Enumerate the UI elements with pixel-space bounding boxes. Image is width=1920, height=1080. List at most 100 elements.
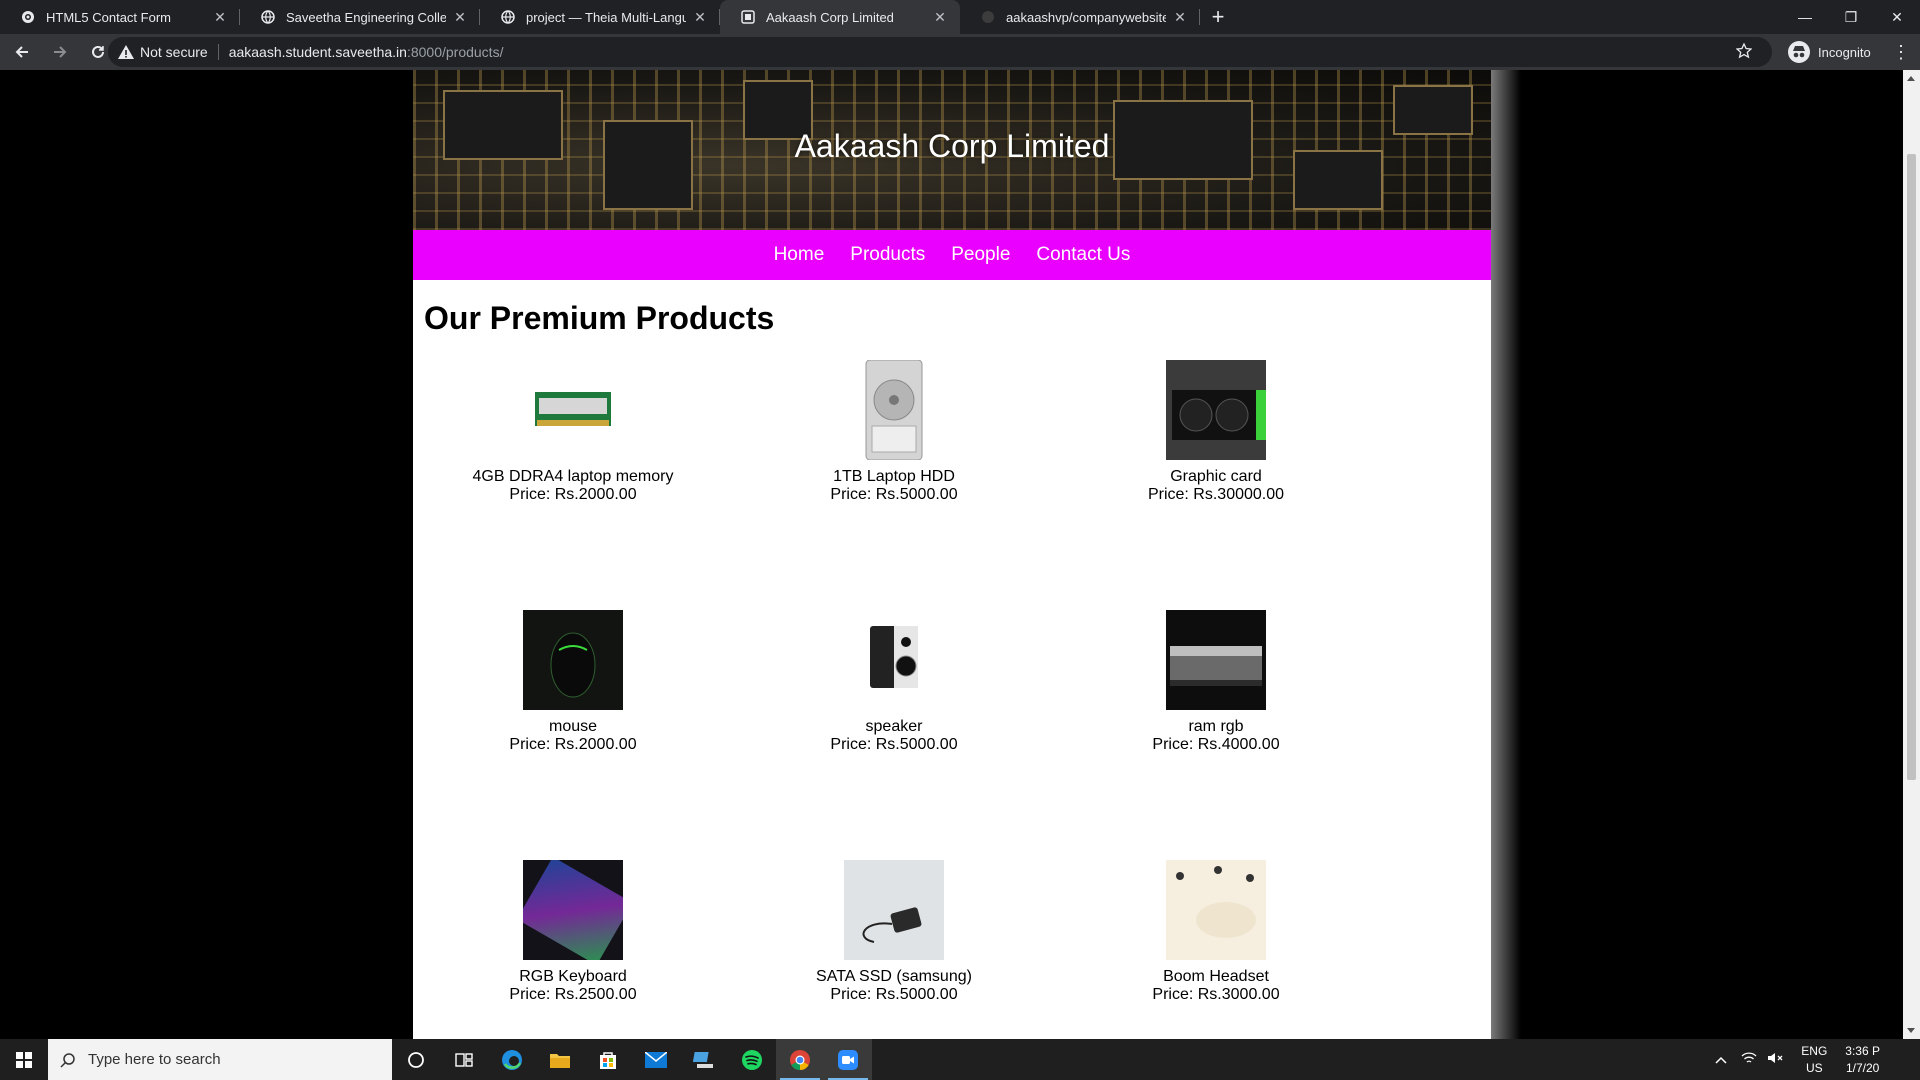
incognito-indicator[interactable]: Incognito (1788, 37, 1871, 67)
start-button[interactable] (0, 1039, 48, 1080)
security-label[interactable]: Not secure (140, 44, 208, 60)
tab-aakaash-corp[interactable]: Aakaash Corp Limited ✕ (720, 0, 960, 34)
tab-title: project — Theia Multi-Language (526, 9, 686, 25)
task-view-icon[interactable] (440, 1039, 488, 1080)
search-icon (60, 1052, 75, 1068)
product-price: Price: Rs.30000.00 (1147, 486, 1285, 503)
close-icon[interactable]: ✕ (692, 9, 708, 25)
product-card[interactable]: Graphic card Price: Rs.30000.00 (1056, 360, 1376, 504)
close-icon[interactable]: ✕ (932, 9, 948, 25)
cortana-icon[interactable] (392, 1039, 440, 1080)
mail-icon[interactable] (632, 1039, 680, 1080)
nav-home[interactable]: Home (774, 244, 825, 266)
close-icon[interactable]: ✕ (212, 9, 228, 25)
spotify-icon[interactable] (728, 1039, 776, 1080)
tab-separator (1199, 9, 1200, 25)
site-container: Aakaash Corp Limited Home Products Peopl… (413, 70, 1491, 1039)
minimize-icon[interactable]: — (1782, 0, 1828, 34)
page-viewport: Aakaash Corp Limited Home Products Peopl… (0, 70, 1903, 1039)
product-card[interactable]: speaker Price: Rs.5000.00 (734, 610, 1054, 754)
product-price: Price: Rs.5000.00 (830, 736, 958, 753)
scroll-down-icon[interactable] (1907, 1028, 1915, 1033)
product-name: RGB Keyboard (519, 968, 627, 985)
more-menu-icon[interactable]: ⋮ (1892, 42, 1910, 63)
product-image-gpu (1166, 360, 1266, 460)
product-image-hdd (844, 360, 944, 460)
close-icon[interactable]: ✕ (452, 9, 468, 25)
store-icon[interactable] (584, 1039, 632, 1080)
back-button[interactable] (6, 36, 38, 68)
reload-icon (92, 45, 104, 58)
product-price: Price: Rs.3000.00 (1152, 986, 1280, 1003)
tab-title: Aakaash Corp Limited (766, 9, 894, 25)
product-card[interactable]: 4GB DDRA4 laptop memory Price: Rs.2000.0… (413, 360, 733, 504)
taskbar-clock[interactable]: 3:36 P 1/7/20 (1845, 1043, 1880, 1077)
windows-logo-icon (16, 1051, 32, 1068)
product-image-headset (1166, 860, 1266, 960)
tab-strip: HTML5 Contact Form ✕ Saveetha Engineerin… (0, 0, 1920, 34)
forward-button[interactable] (44, 36, 76, 68)
close-window-icon[interactable]: ✕ (1874, 0, 1920, 34)
restore-icon[interactable]: ❐ (1828, 0, 1874, 34)
tab-saveetha[interactable]: Saveetha Engineering College ✕ (240, 0, 480, 34)
product-price: Price: Rs.4000.00 (1152, 736, 1280, 753)
close-icon[interactable]: ✕ (1172, 9, 1188, 25)
page-icon (740, 9, 756, 25)
product-card[interactable]: RGB Keyboard Price: Rs.2500.00 (413, 860, 733, 1004)
taskbar-search-input[interactable]: Type here to search (48, 1039, 392, 1080)
tab-title: aakaashvp/companywebsite (1006, 9, 1166, 25)
nav-contact-us[interactable]: Contact Us (1036, 244, 1130, 266)
product-price: Price: Rs.5000.00 (830, 986, 958, 1003)
product-name: 1TB Laptop HDD (833, 468, 955, 485)
warning-icon[interactable] (118, 45, 134, 59)
clock-time: 3:36 P (1845, 1043, 1880, 1058)
product-card[interactable]: ram rgb Price: Rs.4000.00 (1056, 610, 1376, 754)
product-card[interactable]: mouse Price: Rs.2000.00 (413, 610, 733, 754)
volume-muted-icon[interactable] (1767, 1051, 1783, 1068)
product-price: Price: Rs.2000.00 (509, 486, 637, 503)
incognito-label: Incognito (1818, 44, 1871, 60)
url-path: :8000/products/ (406, 44, 504, 60)
product-image-mouse (523, 610, 623, 710)
language-indicator[interactable]: ENG US (1801, 1043, 1827, 1077)
omnibox-divider (217, 44, 219, 60)
new-tab-button[interactable]: + (1200, 0, 1236, 34)
page-shadow (1491, 70, 1521, 1039)
product-name: Boom Headset (1163, 968, 1269, 985)
tab-theia-project[interactable]: project — Theia Multi-Language ✕ (480, 0, 720, 34)
clock-date: 1/7/20 (1845, 1060, 1880, 1075)
product-image-speaker (844, 610, 944, 710)
network-app-icon[interactable] (680, 1039, 728, 1080)
vertical-scrollbar[interactable] (1903, 70, 1920, 1039)
product-name: mouse (548, 718, 598, 735)
address-bar[interactable]: Not secure aakaash.student.saveetha.in:8… (108, 37, 1772, 67)
wifi-icon[interactable] (1741, 1051, 1757, 1068)
product-image-keyboard (523, 860, 623, 960)
browser-toolbar: Not secure aakaash.student.saveetha.in:8… (0, 34, 1920, 70)
chevron-up-icon[interactable] (1715, 1053, 1727, 1067)
scroll-up-icon[interactable] (1907, 76, 1915, 81)
incognito-icon (1788, 41, 1810, 63)
product-price: Price: Rs.2500.00 (509, 986, 637, 1003)
globe-icon (500, 9, 516, 25)
product-card[interactable]: Boom Headset Price: Rs.3000.00 (1056, 860, 1376, 1004)
nav-products[interactable]: Products (850, 244, 925, 266)
chrome-icon[interactable] (776, 1039, 824, 1080)
product-image-ssd (844, 860, 944, 960)
zoom-icon[interactable] (824, 1039, 872, 1080)
nav-people[interactable]: People (951, 244, 1010, 266)
file-explorer-icon[interactable] (536, 1039, 584, 1080)
arrow-left-icon (15, 46, 28, 58)
product-price: Price: Rs.2000.00 (509, 736, 637, 753)
scrollbar-thumb[interactable] (1907, 154, 1916, 780)
tab-html5-contact-form[interactable]: HTML5 Contact Form ✕ (0, 0, 240, 34)
taskbar-search-placeholder: Type here to search (88, 1051, 221, 1068)
product-name: SATA SSD (samsung) (816, 968, 972, 985)
product-price: Price: Rs.5000.00 (830, 486, 958, 503)
product-image-ram-stick (523, 360, 623, 460)
edge-icon[interactable] (488, 1039, 536, 1080)
product-card[interactable]: 1TB Laptop HDD Price: Rs.5000.00 (734, 360, 1054, 504)
tab-github-companywebsite[interactable]: aakaashvp/companywebsite ✕ (960, 0, 1200, 34)
product-card[interactable]: SATA SSD (samsung) Price: Rs.5000.00 (734, 860, 1054, 1004)
bookmark-star-icon[interactable] (1735, 42, 1753, 62)
